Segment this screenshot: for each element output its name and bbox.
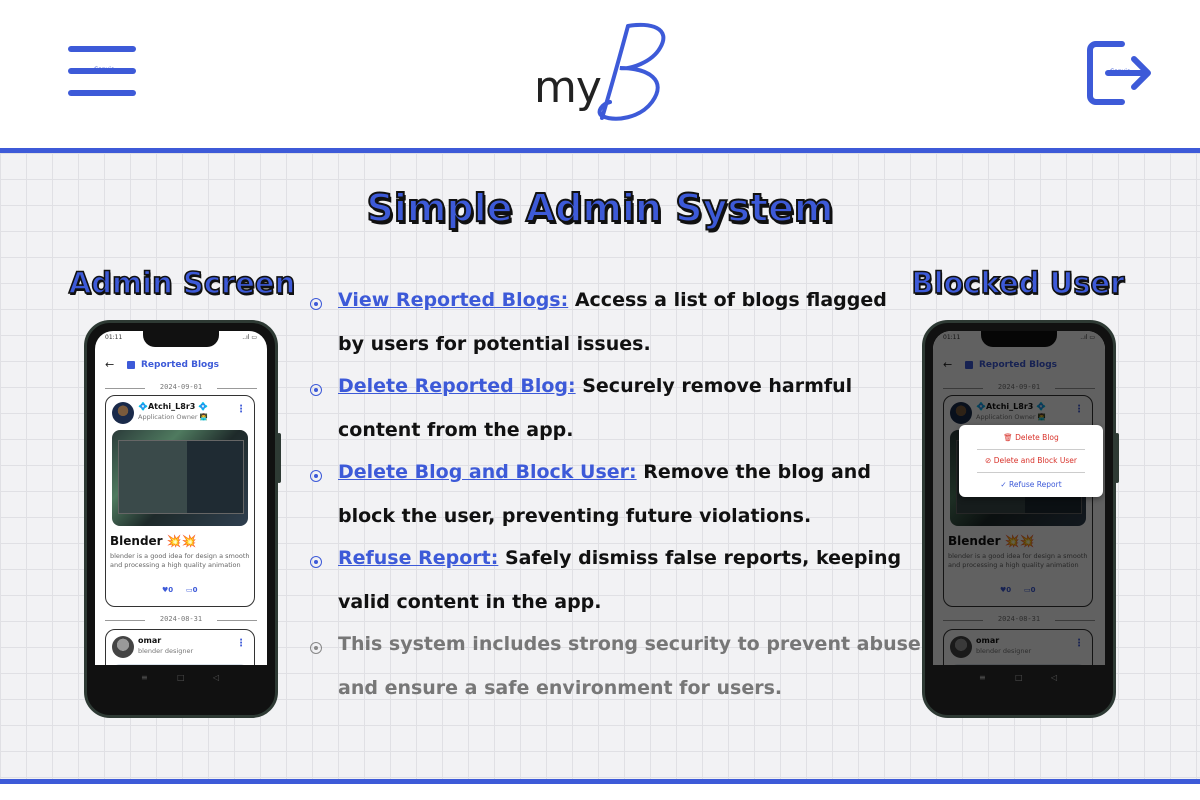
date-separator: 2024-09-01 — [105, 383, 257, 393]
modal-overlay[interactable] — [933, 331, 1105, 691]
nav-menu-icon: ≡ — [979, 673, 986, 682]
block-icon: ⊘ — [985, 456, 992, 465]
menu-divider — [977, 472, 1085, 473]
app-bar-title: Reported Blogs — [141, 360, 220, 370]
bullet-icon — [310, 642, 322, 654]
delete-block-option[interactable]: ⊘ Delete and Block User — [959, 456, 1103, 465]
feature-line: Delete Blog and Block User: Remove the b… — [338, 461, 871, 483]
delete-blog-label: Delete Blog — [1015, 433, 1059, 442]
note-text: This system includes strong security to … — [338, 633, 921, 655]
feature-text: Access a list of blogs flagged — [568, 289, 887, 311]
reported-icon — [127, 361, 135, 369]
blog-title: Blender 💥💥 — [110, 534, 197, 548]
phone-navbar: ≡ □ ◁ — [95, 665, 267, 691]
comments-count[interactable]: ▭0 — [186, 586, 197, 594]
menu-icon-bar — [68, 90, 136, 96]
avatar — [112, 402, 134, 424]
app-bar: ← Reported Blogs — [95, 355, 267, 377]
check-icon: ✓ — [1000, 480, 1007, 489]
app-logo: my — [530, 18, 680, 128]
view-reported-blogs-link[interactable]: View Reported Blogs: — [338, 289, 568, 311]
delete-block-label: Delete and Block User — [993, 456, 1077, 465]
back-arrow-icon[interactable]: ← — [105, 358, 114, 371]
logo-b-icon — [597, 22, 666, 121]
hamburger-menu-button[interactable]: Canvio — [68, 46, 136, 98]
nav-menu-icon: ≡ — [141, 673, 148, 682]
admin-phone-mockup: 01:11 ..ıl ▭ ← Reported Blogs 2024-09-01… — [84, 320, 281, 718]
card-user-role: blender designer — [138, 647, 194, 655]
phone-screen: 01:11 ..ıl ▭ ← Reported Blogs 2024-09-01… — [933, 331, 1105, 691]
feature-line: Delete Reported Blog: Securely remove ha… — [338, 375, 852, 397]
blocked-user-title: Blocked User — [911, 265, 1126, 301]
blocked-phone-mockup: 01:11 ..ıl ▭ ← Reported Blogs 2024-09-01… — [922, 320, 1119, 718]
likes-count[interactable]: ♥0 — [162, 586, 173, 594]
card-username: omar — [138, 636, 162, 645]
menu-icon — [68, 46, 136, 52]
menu-divider — [977, 449, 1085, 450]
feature-text: Remove the blog and — [636, 461, 871, 483]
menu-tiny-label: Canvio — [94, 66, 115, 73]
feature-text: valid content in the app. — [338, 591, 602, 613]
footer — [0, 784, 1200, 800]
status-time: 01:11 — [105, 334, 123, 341]
status-icons: ..ıl ▭ — [242, 334, 257, 341]
more-options-icon[interactable]: ⋮ — [236, 638, 246, 649]
blog-card[interactable]: 💠Atchi_L8r3 💠 Application Owner 👨‍💻 ⋮ Bl… — [105, 395, 255, 607]
avatar — [112, 636, 134, 658]
blog-image — [112, 430, 248, 526]
feature-line: View Reported Blogs: Access a list of bl… — [338, 289, 887, 311]
phone-side-button — [1115, 433, 1119, 483]
delete-block-user-link[interactable]: Delete Blog and Block User: — [338, 461, 637, 483]
more-options-icon[interactable]: ⋮ — [236, 404, 246, 415]
bullet-icon — [310, 298, 322, 310]
refuse-report-label: Refuse Report — [1009, 480, 1062, 489]
logout-tiny-label: Canvio — [1110, 68, 1131, 75]
feature-text: content from the app. — [338, 419, 574, 441]
feature-line: Refuse Report: Safely dismiss false repo… — [338, 547, 901, 569]
refuse-report-link[interactable]: Refuse Report: — [338, 547, 498, 569]
delete-blog-option[interactable]: 🗑 Delete Blog — [959, 433, 1103, 442]
phone-notch — [143, 331, 219, 347]
note-text: and ensure a safe environment for users. — [338, 677, 783, 699]
card-user-role: Application Owner 👨‍💻 — [138, 413, 208, 421]
nav-back-icon: ◁ — [213, 673, 220, 682]
phone-navbar: ≡ □ ◁ — [933, 665, 1105, 691]
page-title: Simple Admin System — [365, 185, 834, 231]
phone-side-button — [277, 433, 281, 483]
trash-icon: 🗑 — [1003, 433, 1013, 442]
report-actions-menu: 🗑 Delete Blog ⊘ Delete and Block User ✓ … — [959, 425, 1103, 497]
blog-description: blender is a good idea for design a smoo… — [110, 552, 250, 569]
date-separator: 2024-08-31 — [105, 615, 257, 625]
admin-screen-title: Admin Screen — [68, 265, 296, 301]
card-username: 💠Atchi_L8r3 💠 — [138, 402, 209, 411]
bullet-icon — [310, 470, 322, 482]
bullet-icon — [310, 384, 322, 396]
refuse-report-option[interactable]: ✓ Refuse Report — [959, 480, 1103, 489]
nav-back-icon: ◁ — [1051, 673, 1058, 682]
feature-text: by users for potential issues. — [338, 333, 651, 355]
logout-button[interactable]: Canvio — [1084, 38, 1156, 108]
feature-text: Securely remove harmful — [575, 375, 853, 397]
nav-home-icon: □ — [177, 673, 185, 682]
delete-reported-blog-link[interactable]: Delete Reported Blog: — [338, 375, 576, 397]
feature-text: block the user, preventing future violat… — [338, 505, 812, 527]
feature-text: Safely dismiss false reports, keeping — [498, 547, 902, 569]
top-bar: Canvio my Canvio — [0, 0, 1200, 148]
bullet-icon — [310, 556, 322, 568]
phone-screen: 01:11 ..ıl ▭ ← Reported Blogs 2024-09-01… — [95, 331, 267, 691]
nav-home-icon: □ — [1015, 673, 1023, 682]
